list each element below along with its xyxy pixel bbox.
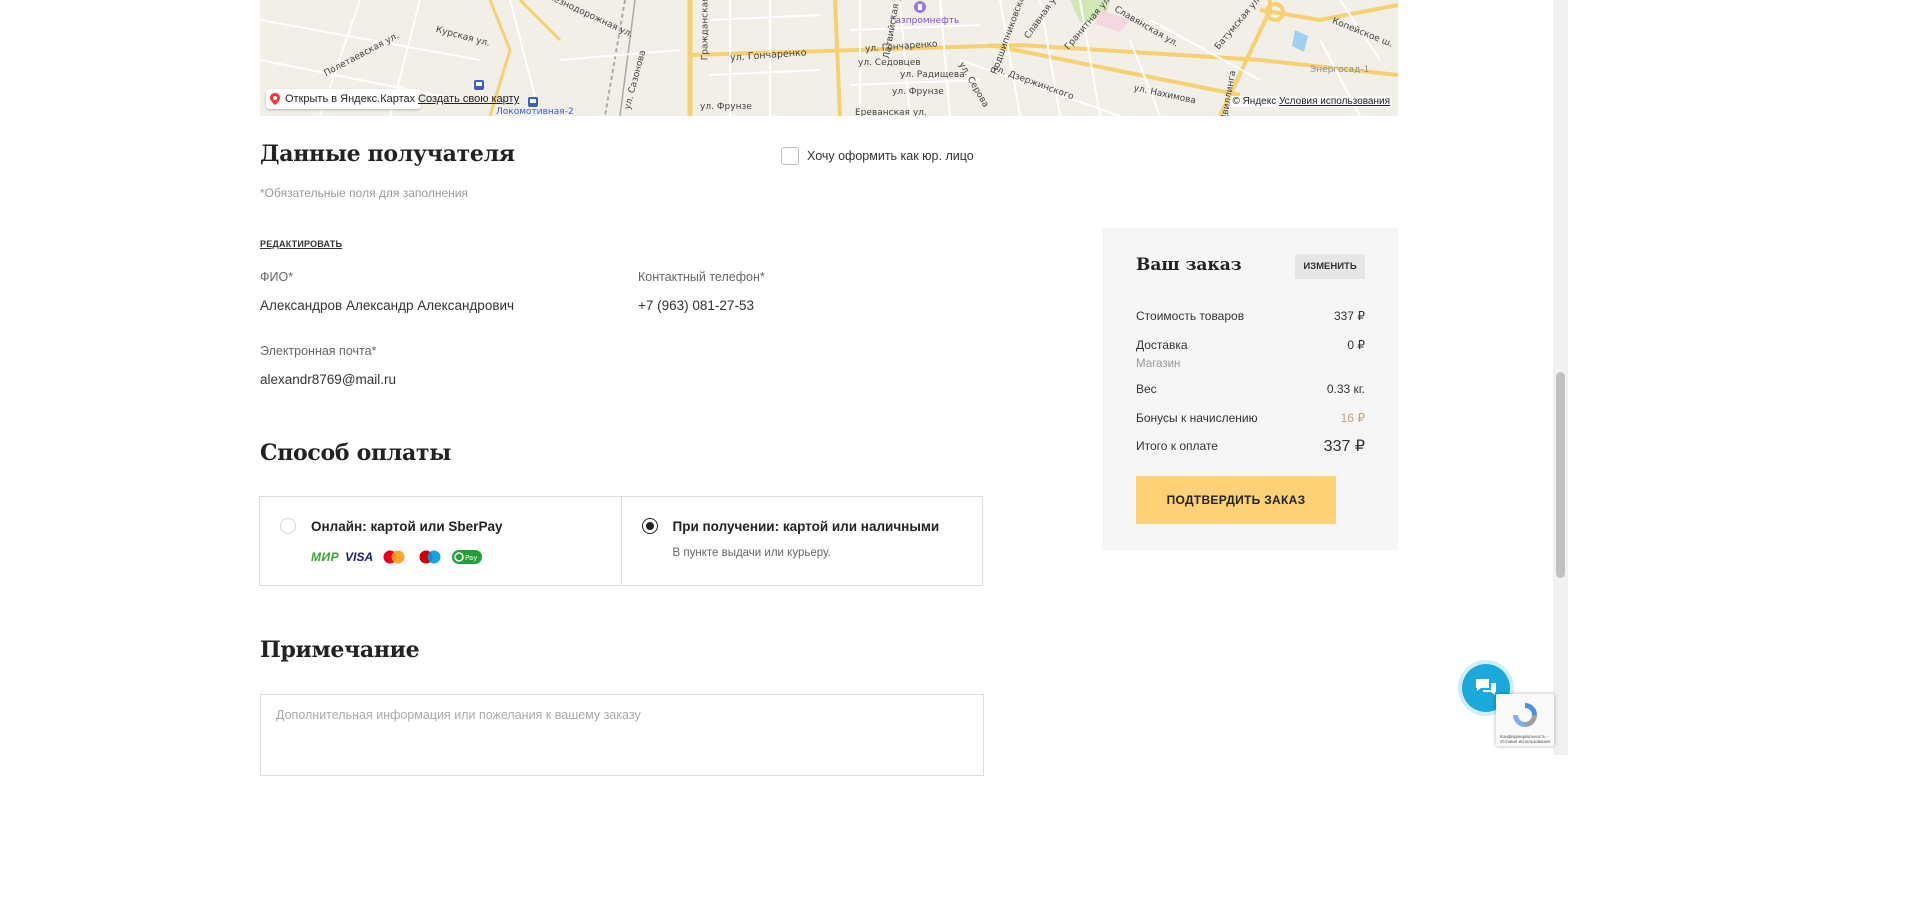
bonus-value: 16 ₽ <box>1340 411 1365 425</box>
mastercard-logo-icon <box>383 550 405 564</box>
total-value: 337 ₽ <box>1323 438 1365 455</box>
weight-label: Вес <box>1136 382 1157 396</box>
recaptcha-icon <box>1513 703 1537 727</box>
order-summary-title: Ваш заказ <box>1136 255 1242 275</box>
map-street-label: ул. Седовцев <box>858 58 921 68</box>
svg-text:Pay: Pay <box>465 554 477 562</box>
chat-icon <box>1476 679 1496 695</box>
required-fields-note: *Обязательные поля для заполнения <box>260 186 468 200</box>
recaptcha-text: Конфиденциальность - Условия использован… <box>1500 734 1550 744</box>
map-poi-label: Локомотивная-2 <box>496 107 574 116</box>
delivery-label: Доставка <box>1136 338 1188 352</box>
fio-label: ФИО* <box>260 270 294 284</box>
map-copyright-text: © Яндекс <box>1232 96 1277 107</box>
map-terms-link[interactable]: Условия использования <box>1279 96 1390 107</box>
fio-value: Александров Александр Александрович <box>260 298 515 313</box>
scrollbar-thumb[interactable] <box>1556 372 1565 578</box>
create-map-link[interactable]: Создать свою карту <box>418 93 519 105</box>
delivery-value: 0 ₽ <box>1347 338 1365 352</box>
payment-card-logos: МИР VISA Pay <box>311 549 483 565</box>
payment-options: Онлайн: картой или SberPay МИР VISA Pay … <box>259 496 983 586</box>
payment-on-receipt-sublabel: В пункте выдачи или курьеру. <box>672 547 831 559</box>
payment-online-label: Онлайн: картой или SberPay <box>311 519 503 534</box>
checkbox-box[interactable] <box>781 147 799 165</box>
order-row-weight: Вес 0.33 кг. <box>1136 382 1365 396</box>
edit-recipient-link[interactable]: редактировать <box>260 239 342 249</box>
legal-entity-checkbox[interactable]: Хочу оформить как юр. лицо <box>781 147 974 165</box>
phone-value: +7 (963) 081-27-53 <box>638 298 754 313</box>
bus-stop-icon <box>474 80 484 90</box>
edit-order-button[interactable]: изменить <box>1295 254 1365 279</box>
gas-station-icon <box>914 1 926 13</box>
note-placeholder: Дополнительная информация или пожелания … <box>276 708 641 722</box>
order-row-bonus: Бонусы к начислению 16 ₽ <box>1136 411 1365 425</box>
map[interactable]: Полетаевская ул. Курская ул. Железнодоро… <box>260 0 1398 116</box>
open-in-yandex-maps-button[interactable]: Открыть в Яндекс.Картах <box>266 89 422 109</box>
note-section-title: Примечание <box>260 637 420 663</box>
mir-logo-icon: МИР <box>311 550 340 564</box>
payment-option-on-receipt[interactable]: При получении: картой или наличными В пу… <box>620 497 983 585</box>
email-label: Электронная почта* <box>260 344 377 358</box>
page-scrollbar[interactable] <box>1553 0 1568 755</box>
map-street-label: Гражданская ул. <box>700 0 711 61</box>
order-row-total: Итого к оплате 337 ₽ <box>1136 438 1365 455</box>
payment-on-receipt-label: При получении: картой или наличными <box>672 519 940 534</box>
goods-cost-value: 337 ₽ <box>1334 309 1365 323</box>
map-street-label: ул. Фрунзе <box>700 102 752 112</box>
email-value: alexandr8769@mail.ru <box>260 372 397 387</box>
recipient-section-title: Данные получателя <box>260 141 515 167</box>
confirm-order-button[interactable]: Подтвердить заказ <box>1136 476 1336 524</box>
visa-logo-icon: VISA <box>345 550 374 564</box>
sberpay-logo-icon: Pay <box>452 550 483 564</box>
payment-online-radio[interactable] <box>280 518 296 534</box>
bus-stop-icon <box>528 97 538 107</box>
payment-on-receipt-radio[interactable] <box>641 518 658 534</box>
bonus-label: Бонусы к начислению <box>1136 411 1258 425</box>
total-label: Итого к оплате <box>1136 439 1218 453</box>
order-row-delivery: Доставка 0 ₽ <box>1136 338 1365 352</box>
map-street-label: ул. Фрунзе <box>892 87 944 97</box>
map-poi-label: Газпромнефть <box>890 16 960 26</box>
recaptcha-badge[interactable]: Конфиденциальность - Условия использован… <box>1496 694 1554 746</box>
map-street-label: Ереванская ул. <box>855 108 927 116</box>
order-summary: Ваш заказ изменить Стоимость товаров 337… <box>1102 228 1398 550</box>
payment-section-title: Способ оплаты <box>260 440 452 466</box>
maestro-logo-icon <box>419 550 441 564</box>
weight-value: 0.33 кг. <box>1326 382 1365 396</box>
note-textarea[interactable]: Дополнительная информация или пожелания … <box>260 694 984 776</box>
map-street-label: ул. Радищева <box>900 70 965 80</box>
phone-label: Контактный телефон* <box>638 270 765 284</box>
goods-cost-label: Стоимость товаров <box>1136 309 1245 323</box>
legal-entity-checkbox-label: Хочу оформить как юр. лицо <box>807 149 974 163</box>
payment-option-online[interactable]: Онлайн: картой или SberPay МИР VISA Pay <box>260 497 621 585</box>
delivery-method: Магазин <box>1136 358 1181 370</box>
map-copyright: © Яндекс Условия использования <box>1230 96 1392 107</box>
map-pin-icon <box>270 93 280 105</box>
open-in-yandex-maps-label: Открыть в Яндекс.Картах <box>285 93 416 105</box>
map-poi-label: Энергосад-1 <box>1310 65 1370 75</box>
order-row-goods: Стоимость товаров 337 ₽ <box>1136 309 1365 323</box>
